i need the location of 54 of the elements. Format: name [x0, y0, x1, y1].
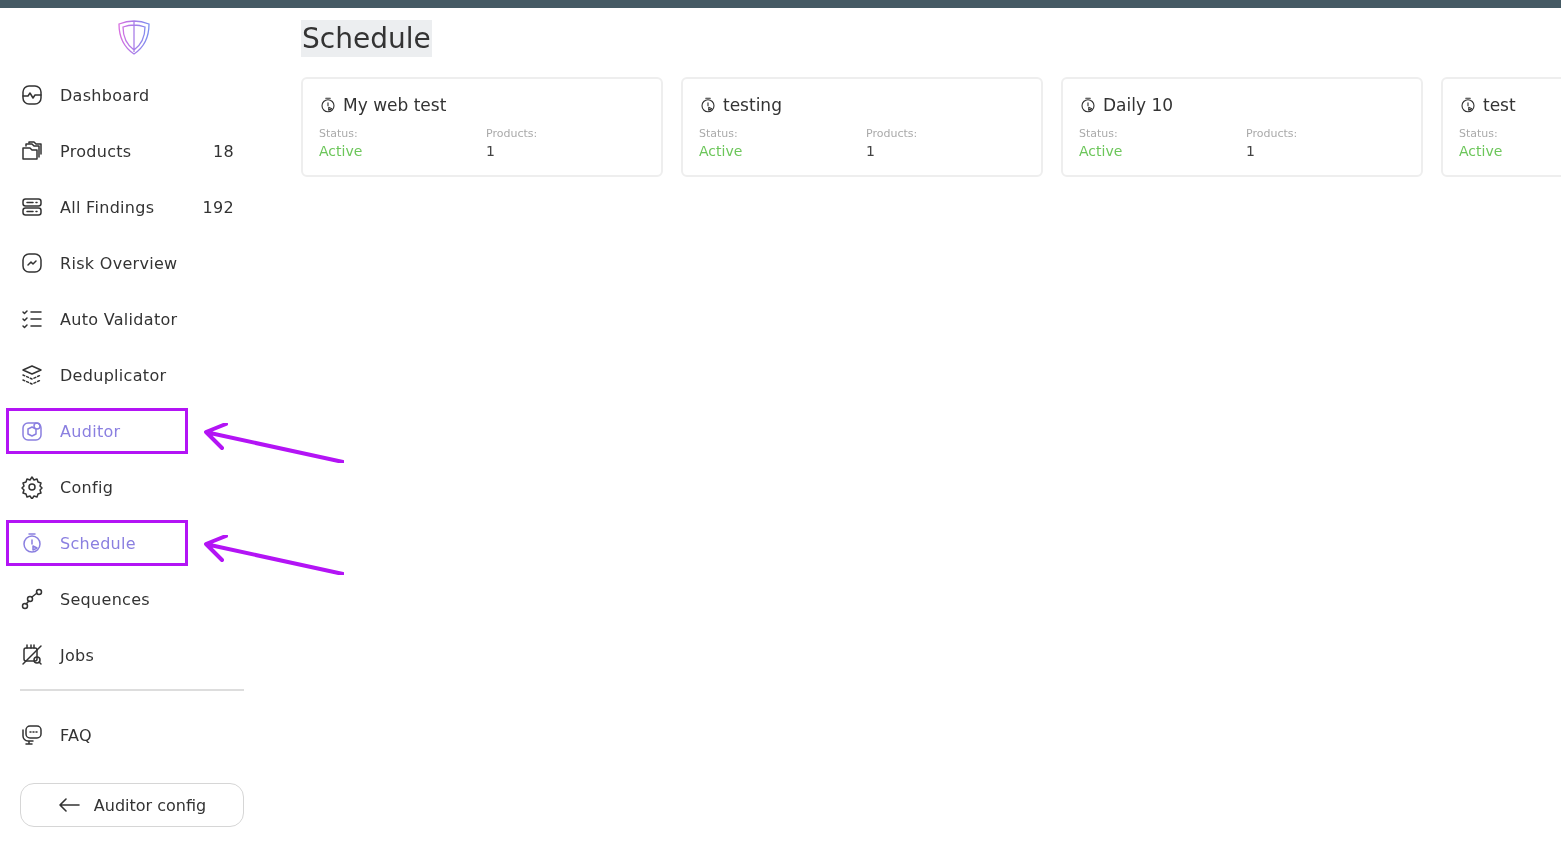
nav-item[interactable]: Dashboard [20, 73, 244, 117]
status-label: Status: [699, 127, 739, 140]
status-value: Active [699, 143, 744, 159]
back-button[interactable]: Auditor config [20, 783, 244, 827]
card-title: My web test [343, 95, 447, 115]
products-label: Products: [486, 127, 539, 140]
nodes-icon [20, 587, 44, 611]
schedule-card[interactable]: testing Status: Products: Active 1 [681, 77, 1043, 177]
schedule-card[interactable]: Daily 10 Status: Products: Active 1 [1061, 77, 1423, 177]
chat-icon [20, 723, 44, 747]
folders-icon [20, 139, 44, 163]
card-title: testing [723, 95, 782, 115]
servers-icon [20, 195, 44, 219]
products-count: 1 [486, 143, 496, 159]
pulse-icon [20, 83, 44, 107]
nav-item[interactable]: Jobs [20, 633, 244, 677]
count-label: 18 [213, 141, 234, 161]
products-label: Products: [1246, 127, 1299, 140]
status-label: Status: [319, 127, 359, 140]
products-label: Products: [866, 127, 919, 140]
nav-item[interactable]: Sequences [20, 577, 244, 621]
status-label: Status: [1459, 127, 1499, 140]
nav-item[interactable]: Auto Validator [20, 297, 244, 341]
card-title: Daily 10 [1103, 95, 1174, 115]
checklist-icon [20, 307, 44, 331]
status-value: Active [319, 143, 364, 159]
timer-icon [699, 96, 717, 114]
shield-logo [116, 18, 152, 56]
timer-icon [1459, 96, 1477, 114]
timer-icon [20, 531, 44, 555]
timer-icon [319, 96, 337, 114]
count-label: 192 [202, 197, 234, 217]
schedule-card[interactable]: test Status: Active [1441, 77, 1561, 177]
settings-icon [20, 475, 44, 499]
status-value: Active [1459, 143, 1504, 159]
nav-item[interactable]: Products 18 [20, 129, 244, 173]
timer-icon [1079, 96, 1097, 114]
status-label: Status: [1079, 127, 1119, 140]
jobs-icon [20, 643, 44, 667]
page-title: Schedule [301, 20, 432, 57]
nav-item[interactable]: Risk Overview [20, 241, 244, 285]
nav-item[interactable]: All Findings 192 [20, 185, 244, 229]
products-count: 1 [866, 143, 876, 159]
left-arrow-icon [57, 798, 80, 812]
schedule-card[interactable]: My web test Status: Products: Active 1 [301, 77, 663, 177]
trend-icon [20, 251, 44, 275]
layers-icon [20, 363, 44, 387]
nav-item[interactable]: Deduplicator [20, 353, 244, 397]
card-title: test [1483, 95, 1516, 115]
products-count: 1 [1246, 143, 1256, 159]
status-value: Active [1079, 143, 1124, 159]
nav-item[interactable]: FAQ [20, 713, 244, 757]
nav-item[interactable]: Config [20, 465, 244, 509]
nav-item[interactable]: Schedule [20, 521, 244, 565]
